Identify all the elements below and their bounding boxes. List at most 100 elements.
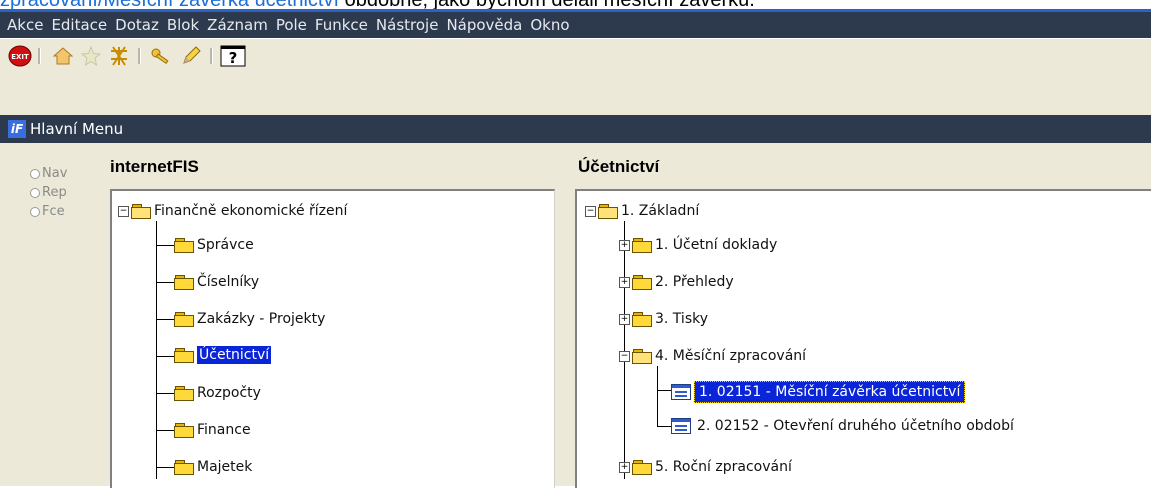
main-window: Nav Rep Fce internetFIS Účetnictví − Fin…: [0, 143, 1151, 488]
menu-napoveda[interactable]: Nápověda: [446, 16, 522, 34]
tree-item-mesicni-zpracovani[interactable]: − 4. Měsíční zpracování: [619, 348, 806, 364]
menu-nastroje[interactable]: Nástroje: [376, 16, 439, 34]
tree-item-spravce[interactable]: Správce: [174, 237, 254, 253]
tree-connector: [156, 282, 174, 283]
tree-node-label: 1. 02151 - Měsíční závěrka účetnictví: [694, 381, 966, 403]
tree-connector: [156, 319, 174, 320]
menu-bar: Akce Editace Dotaz Blok Záznam Pole Funk…: [0, 12, 1151, 38]
radio-fce[interactable]: Fce: [30, 204, 65, 219]
tree-connector: [156, 467, 174, 468]
menu-pole[interactable]: Pole: [276, 16, 307, 34]
exit-label: EXIT: [11, 53, 29, 61]
menu-okno[interactable]: Okno: [530, 16, 569, 34]
expand-icon[interactable]: +: [619, 239, 630, 251]
tree-item-rocni-zpracovani[interactable]: +5. Roční zpracování: [619, 459, 792, 475]
window-titlebar: iF Hlavní Menu: [0, 115, 1151, 143]
tree-connector: [156, 393, 174, 394]
folder-icon: [174, 238, 194, 253]
tree-item-tisky[interactable]: +3. Tisky: [619, 311, 708, 327]
right-tree-panel: − 1. Základní +1. Účetní doklady +2. Pře…: [575, 189, 1151, 488]
menu-zaznam[interactable]: Záznam: [207, 16, 268, 34]
collapse-icon[interactable]: −: [619, 350, 630, 362]
form-icon: [671, 418, 691, 434]
folder-icon: [632, 460, 652, 475]
folder-icon: [632, 312, 652, 327]
radio-label: Fce: [42, 204, 65, 219]
collapse-icon[interactable]: −: [118, 205, 129, 217]
tree-node-label: Zakázky - Projekty: [197, 311, 326, 327]
tree-node-label: 2. 02152 - Otevření druhého účetního obd…: [697, 418, 1014, 434]
radio-label: Nav: [42, 166, 68, 181]
tree-node-label: Účetnictví: [197, 346, 272, 364]
radio-nav[interactable]: Nav: [30, 166, 67, 181]
tree-item-mesicni-zaverka[interactable]: 1. 02151 - Měsíční závěrka účetnictví: [671, 381, 966, 403]
tree-item-prehledy[interactable]: +2. Přehledy: [619, 274, 734, 290]
toolbar: EXIT ?: [0, 38, 1151, 72]
tree-item-ciselniky[interactable]: Číselníky: [174, 274, 259, 290]
toolbar-separator: [38, 48, 41, 64]
tree-root[interactable]: − 1. Základní: [585, 203, 699, 219]
expand-icon[interactable]: +: [619, 276, 630, 288]
radio-dot: [30, 168, 40, 179]
tree-item-ucetnictvi[interactable]: Účetnictví: [174, 346, 272, 364]
tree-item-majetek[interactable]: Majetek: [174, 459, 252, 475]
folder-icon: [174, 460, 194, 475]
tree-item-ucetni-doklady[interactable]: +1. Účetní doklady: [619, 237, 777, 253]
star-icon[interactable]: [80, 45, 102, 67]
left-tree-panel: − Finančně ekonomické řízení Správce Čís…: [110, 189, 555, 488]
expand-icon[interactable]: +: [619, 461, 630, 473]
tree-connector: [156, 356, 174, 357]
tree-node-label: Finance: [197, 422, 251, 438]
home-icon[interactable]: [52, 45, 74, 67]
tree-connector: [657, 426, 671, 427]
folder-icon: [632, 238, 652, 253]
menu-blok[interactable]: Blok: [167, 16, 199, 34]
tree-node-label: Rozpočty: [197, 385, 261, 401]
edit-icon[interactable]: [180, 45, 202, 67]
tree-connector: [156, 245, 174, 246]
tree-item-otevreni-obdobi[interactable]: 2. 02152 - Otevření druhého účetního obd…: [671, 418, 1014, 434]
left-panel-title: internetFIS: [110, 157, 199, 176]
tree-item-finance[interactable]: Finance: [174, 422, 251, 438]
tree-node-label: Správce: [197, 237, 254, 253]
tree-connector: [156, 430, 174, 431]
radio-label: Rep: [42, 185, 67, 200]
app-logo-icon: iF: [8, 120, 26, 138]
toolbar-separator: [138, 48, 141, 64]
radio-dot: [30, 187, 40, 198]
tree-connector: [657, 366, 658, 426]
tree-root[interactable]: − Finančně ekonomické řízení: [118, 203, 347, 219]
folder-icon: [174, 275, 194, 290]
menu-dotaz[interactable]: Dotaz: [115, 16, 159, 34]
tree-node-label: 5. Roční zpracování: [655, 459, 792, 475]
toolbar-separator: [210, 48, 213, 64]
tree-connector: [657, 390, 671, 391]
window-title: Hlavní Menu: [30, 120, 124, 138]
toolbar-area: [0, 71, 1151, 115]
tree-connector: [156, 221, 157, 479]
help-icon[interactable]: ?: [220, 45, 246, 67]
folder-icon: [174, 423, 194, 438]
tree-node-label: 2. Přehledy: [655, 274, 734, 290]
form-icon: [671, 384, 691, 400]
tree-item-rozpocty[interactable]: Rozpočty: [174, 385, 261, 401]
tree-node-label: Majetek: [197, 459, 253, 475]
collapse-icon[interactable]: −: [585, 205, 596, 217]
menu-funkce[interactable]: Funkce: [315, 16, 368, 34]
network-icon[interactable]: [108, 45, 130, 67]
exit-button[interactable]: EXIT: [8, 45, 32, 67]
folder-icon: [174, 386, 194, 401]
key-icon[interactable]: [150, 45, 172, 67]
expand-icon[interactable]: +: [619, 313, 630, 325]
radio-rep[interactable]: Rep: [30, 185, 67, 200]
menu-akce[interactable]: Akce: [7, 16, 43, 34]
folder-icon: [632, 275, 652, 290]
tree-node-label: 1. Základní: [621, 203, 700, 219]
open-folder-icon: [598, 204, 618, 219]
folder-icon: [174, 312, 194, 327]
menu-editace[interactable]: Editace: [51, 16, 107, 34]
tree-node-label: Číselníky: [197, 274, 260, 290]
tree-item-zakazky[interactable]: Zakázky - Projekty: [174, 311, 325, 327]
tree-node-label: Finančně ekonomické řízení: [154, 203, 348, 219]
tree-node-label: 1. Účetní doklady: [655, 237, 778, 253]
